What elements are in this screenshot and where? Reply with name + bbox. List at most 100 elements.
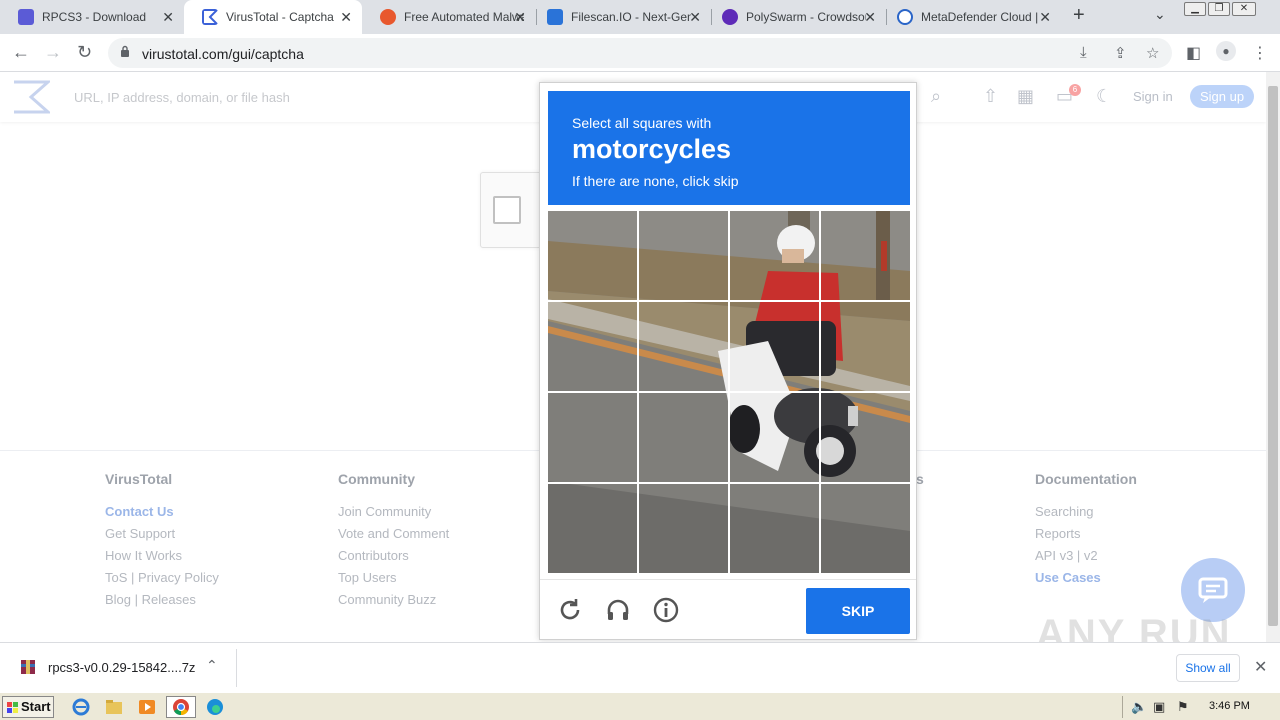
api-link[interactable]: API v3 | v2 [1035,545,1137,567]
network-icon[interactable]: ▣ [1153,699,1165,715]
bookmark-star-icon[interactable]: ☆ [1146,44,1159,62]
use-cases-link[interactable]: Use Cases [1035,567,1137,589]
file-explorer-icon[interactable] [103,697,125,717]
tile-16[interactable] [821,484,910,573]
tile-9[interactable] [548,393,637,482]
action-center-flag-icon[interactable]: ⚑ [1177,699,1189,715]
close-download-shelf-icon[interactable]: ✕ [1254,657,1267,677]
download-filename[interactable]: rpcs3-v0.0.29-15842....7z [48,660,195,675]
tile-15[interactable] [730,484,819,573]
tile-2[interactable] [639,211,728,300]
close-tab-icon[interactable]: ✕ [340,9,352,26]
contact-us-link[interactable]: Contact Us [105,501,219,523]
recaptcha-checkbox-widget [480,172,542,248]
side-panel-icon[interactable]: ◧ [1186,43,1201,63]
sign-up-button[interactable]: Sign up [1190,85,1254,108]
tile-7[interactable] [730,302,819,391]
contributors-link[interactable]: Contributors [338,545,449,567]
internet-explorer-icon[interactable] [70,697,92,717]
install-app-icon[interactable]: ⤓ [1080,44,1087,61]
notification-count-badge: 6 [1069,84,1081,96]
recaptcha-checkbox[interactable] [493,196,521,224]
minimize-window-icon[interactable]: ▁ [1184,2,1206,16]
back-arrow-icon[interactable]: ← [12,42,30,63]
info-icon[interactable] [652,596,680,624]
upload-icon[interactable]: ⇧ [983,86,998,107]
scrollbar-thumb[interactable] [1268,86,1278,626]
tile-5[interactable] [548,302,637,391]
close-tab-icon[interactable]: ✕ [689,9,701,26]
edge-icon[interactable] [204,697,226,717]
tab-metadefender[interactable]: MetaDefender Cloud | ✕ [887,0,1061,34]
tile-8[interactable] [821,302,910,391]
tab-hybrid-analysis[interactable]: Free Automated Malwa ✕ [362,0,536,34]
footer-column-community: Community Join Community Vote and Commen… [338,471,449,611]
download-shelf: rpcs3-v0.0.29-15842....7z ⌃ Show all ✕ [0,642,1280,692]
blog-releases-link[interactable]: Blog | Releases [105,589,219,611]
tab-filescan[interactable]: Filescan.IO - Next-Gen ✕ [537,0,711,34]
challenge-image-grid [548,211,910,573]
search-icon[interactable]: ⌕ [931,86,941,107]
join-community-link[interactable]: Join Community [338,501,449,523]
sign-in-link[interactable]: Sign in [1133,89,1173,104]
reload-challenge-icon[interactable] [556,596,584,624]
tile-12[interactable] [821,393,910,482]
tile-10[interactable] [639,393,728,482]
tab-rpcs3[interactable]: RPCS3 - Download ✕ [0,0,184,34]
community-buzz-link[interactable]: Community Buzz [338,589,449,611]
new-tab-button[interactable]: + [1073,4,1085,27]
tos-privacy-link[interactable]: ToS | Privacy Policy [105,567,219,589]
volume-icon[interactable]: 🔈 [1131,699,1147,715]
virustotal-logo-icon[interactable] [12,80,50,114]
archive-file-icon [21,660,35,674]
skip-button[interactable]: SKIP [806,588,910,634]
anyrun-watermark: ANY RUN [1036,612,1232,642]
show-all-downloads-button[interactable]: Show all [1176,654,1240,682]
tile-6[interactable] [639,302,728,391]
lock-icon[interactable] [120,45,130,57]
top-users-link[interactable]: Top Users [338,567,449,589]
get-support-link[interactable]: Get Support [105,523,219,545]
tile-3[interactable] [730,211,819,300]
reload-icon[interactable]: ↻ [77,42,92,63]
close-tab-icon[interactable]: ✕ [162,9,174,26]
close-tab-icon[interactable]: ✕ [1039,9,1051,26]
rpcs3-favicon-icon [18,9,34,25]
close-window-icon[interactable]: ✕ [1232,2,1256,16]
browser-menu-icon[interactable]: ⋮ [1252,43,1268,63]
vote-comment-link[interactable]: Vote and Comment [338,523,449,545]
media-player-icon[interactable] [136,697,158,717]
footer-heading: Documentation [1035,471,1137,487]
tile-1[interactable] [548,211,637,300]
challenge-footer: SKIP [540,579,916,639]
url-text: virustotal.com/gui/captcha [142,46,304,62]
searching-link[interactable]: Searching [1035,501,1137,523]
start-button[interactable]: Start [2,696,54,718]
tab-virustotal[interactable]: VirusTotal - Captcha ✕ [184,0,362,34]
download-separator [236,649,237,687]
tile-13[interactable] [548,484,637,573]
tab-search-chevron-icon[interactable]: ⌄ [1154,6,1166,23]
dark-mode-moon-icon[interactable]: ☾ [1096,86,1112,107]
search-input[interactable]: URL, IP address, domain, or file hash [74,90,290,105]
tab-polyswarm[interactable]: PolySwarm - Crowdsou ✕ [712,0,886,34]
how-it-works-link[interactable]: How It Works [105,545,219,567]
reports-link[interactable]: Reports [1035,523,1137,545]
share-icon[interactable]: ⇪ [1114,44,1127,62]
audio-challenge-icon[interactable] [604,596,632,624]
filescan-favicon-icon [547,9,563,25]
vertical-scrollbar[interactable] [1266,72,1280,642]
close-tab-icon[interactable]: ✕ [514,9,526,26]
tile-14[interactable] [639,484,728,573]
forward-arrow-icon[interactable]: → [44,42,62,63]
chrome-taskbar-button[interactable] [166,696,196,718]
restore-window-icon[interactable]: ❐ [1208,2,1230,16]
tile-4[interactable] [821,211,910,300]
download-options-chevron-icon[interactable]: ⌃ [206,657,218,674]
apps-grid-icon[interactable]: ▦ [1017,86,1034,107]
windows-flag-icon [7,702,18,713]
close-tab-icon[interactable]: ✕ [864,9,876,26]
tile-11[interactable] [730,393,819,482]
address-bar[interactable]: virustotal.com/gui/captcha ⤓ ⇪ ☆ [108,38,1172,68]
profile-avatar-icon[interactable]: ● [1216,41,1236,61]
